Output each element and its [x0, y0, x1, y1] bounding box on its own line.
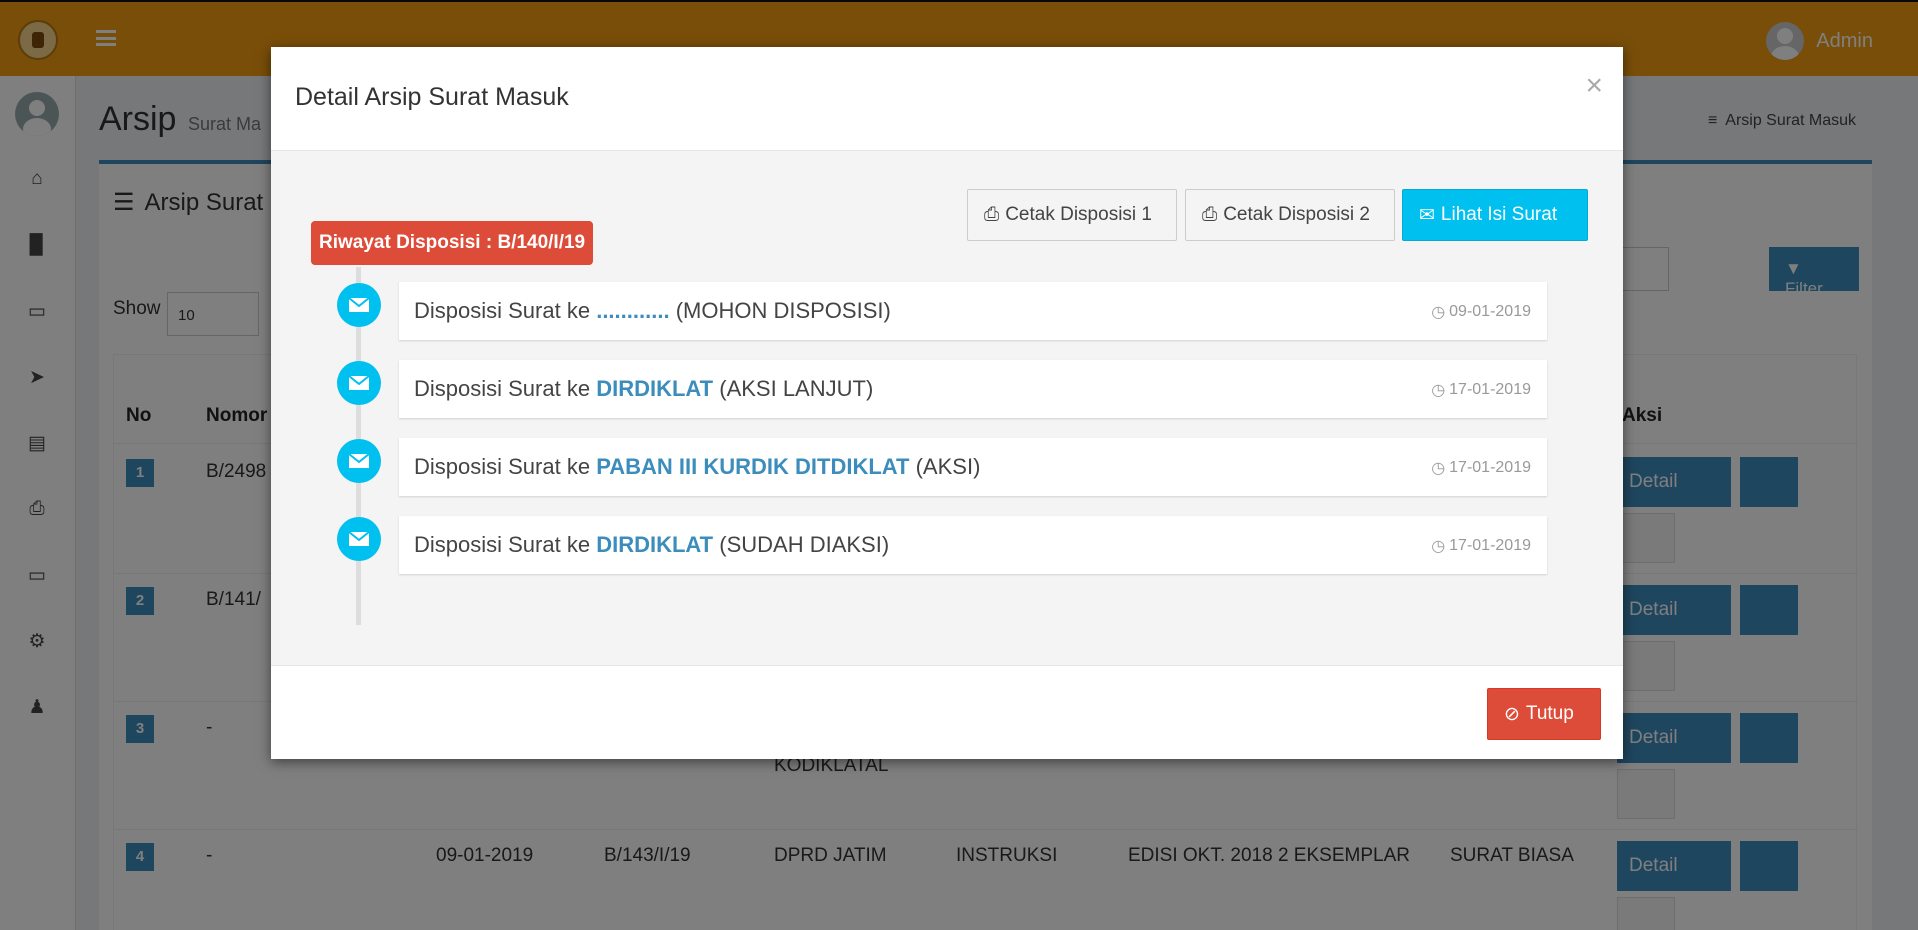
envelope-icon — [337, 283, 381, 327]
timeline-text: Disposisi Surat ke DIRDIKLAT (AKSI LANJU… — [414, 376, 873, 402]
timeline-date: 17-01-2019 — [1449, 459, 1531, 476]
modal-body: ⎙ Cetak Disposisi 1 ⎙ Cetak Disposisi 2 ✉ L… — [271, 151, 1623, 665]
button-label: Cetak Disposisi 1 — [1005, 204, 1152, 225]
envelope-icon: ✉ — [1419, 204, 1435, 226]
timeline-date: 17-01-2019 — [1449, 381, 1531, 398]
timeline-time: ◷ 09-01-2019 — [1431, 302, 1531, 322]
button-label: Lihat Isi Surat — [1440, 204, 1558, 225]
timeline-target[interactable]: PABAN III KURDIK DITDIKLAT — [596, 454, 909, 479]
ban-icon: ⊘ — [1504, 703, 1520, 725]
timeline-text: Disposisi Surat ke ............ (MOHON D… — [414, 298, 891, 324]
timeline-time: ◷ 17-01-2019 — [1431, 380, 1531, 400]
timeline-prefix: Disposisi Surat ke — [414, 454, 591, 479]
envelope-icon — [337, 517, 381, 561]
envelope-icon — [337, 361, 381, 405]
detail-modal: Detail Arsip Surat Masuk × ⎙ Cetak Dispos… — [271, 47, 1623, 759]
envelope-icon — [337, 439, 381, 483]
timeline-status: (AKSI LANJUT) — [719, 376, 874, 401]
button-label: Tutup — [1525, 703, 1574, 724]
timeline-date: 09-01-2019 — [1449, 303, 1531, 320]
timeline-label: Riwayat Disposisi : B/140/I/19 — [311, 221, 594, 265]
timeline-date: 17-01-2019 — [1449, 537, 1531, 554]
timeline-text: Disposisi Surat ke PABAN III KURDIK DITD… — [414, 454, 980, 480]
timeline-prefix: Disposisi Surat ke — [414, 298, 591, 323]
timeline-time: ◷ 17-01-2019 — [1431, 536, 1531, 556]
timeline-status: (SUDAH DIAKSI) — [719, 532, 890, 557]
timeline-item: Disposisi Surat ke PABAN III KURDIK DITD… — [399, 438, 1547, 496]
timeline-time: ◷ 17-01-2019 — [1431, 458, 1531, 478]
modal-header: Detail Arsip Surat Masuk × — [271, 47, 1623, 151]
cetak-disposisi-1-button[interactable]: ⎙ Cetak Disposisi 1 — [967, 189, 1177, 241]
clock-icon: ◷ — [1431, 460, 1446, 477]
timeline-item: Disposisi Surat ke DIRDIKLAT (SUDAH DIAK… — [399, 516, 1547, 574]
timeline-prefix: Disposisi Surat ke — [414, 376, 591, 401]
clock-icon: ◷ — [1431, 304, 1446, 321]
button-label: Cetak Disposisi 2 — [1223, 204, 1370, 225]
clock-icon: ◷ — [1431, 538, 1446, 555]
lihat-isi-surat-button[interactable]: ✉ Lihat Isi Surat — [1402, 189, 1588, 241]
modal-title: Detail Arsip Surat Masuk — [295, 83, 569, 111]
timeline-target[interactable]: DIRDIKLAT — [596, 376, 713, 401]
close-icon[interactable]: × — [1585, 69, 1603, 103]
print-icon: ⎙ — [1202, 204, 1218, 225]
timeline-status: (AKSI) — [915, 454, 981, 479]
timeline-target[interactable]: ............ — [596, 298, 669, 323]
clock-icon: ◷ — [1431, 382, 1446, 399]
timeline-status: (MOHON DISPOSISI) — [675, 298, 891, 323]
timeline-item: Disposisi Surat ke ............ (MOHON D… — [399, 282, 1547, 340]
timeline-prefix: Disposisi Surat ke — [414, 532, 591, 557]
tutup-button[interactable]: ⊘ Tutup — [1487, 688, 1601, 740]
cetak-disposisi-2-button[interactable]: ⎙ Cetak Disposisi 2 — [1185, 189, 1395, 241]
modal-footer: ⊘ Tutup — [271, 665, 1623, 759]
timeline-text: Disposisi Surat ke DIRDIKLAT (SUDAH DIAK… — [414, 532, 889, 558]
print-icon: ⎙ — [984, 204, 1000, 225]
timeline-target[interactable]: DIRDIKLAT — [596, 532, 713, 557]
timeline-item: Disposisi Surat ke DIRDIKLAT (AKSI LANJU… — [399, 360, 1547, 418]
